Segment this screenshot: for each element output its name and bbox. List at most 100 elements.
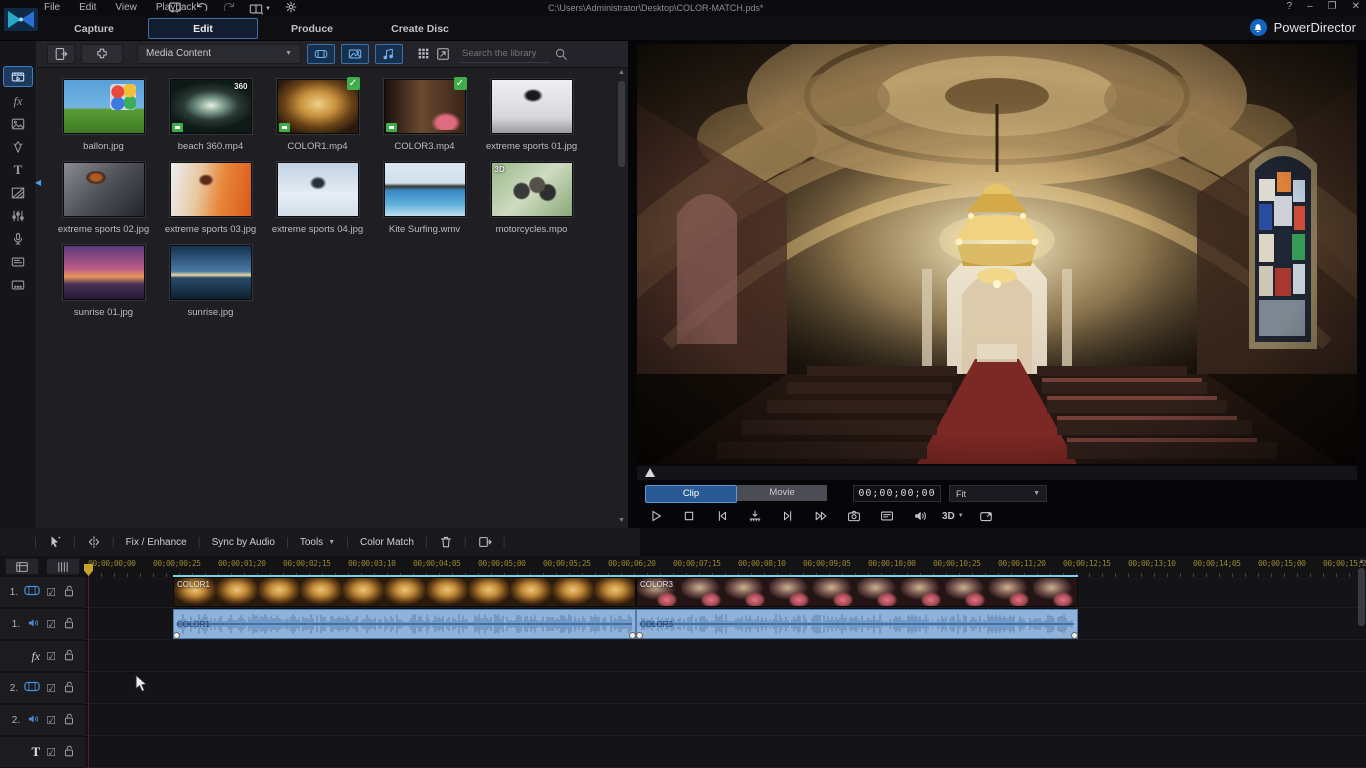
media-thumbnail[interactable] [63,245,145,300]
media-thumbnail[interactable]: ✓ [384,79,466,134]
track-lock-icon[interactable] [62,584,76,601]
undock-window-button[interactable] [976,507,997,525]
play-button[interactable] [645,507,666,525]
resize-thumbnail-button[interactable] [436,47,450,61]
particle-room-button[interactable] [4,137,32,156]
room-layout-button[interactable]: ▼ [249,2,271,16]
pip-objects-room-button[interactable] [4,114,32,133]
sync-by-audio-button[interactable]: Sync by Audio [212,537,275,548]
effect-room-button[interactable]: fx [4,91,32,110]
track-body[interactable] [85,641,1366,672]
library-item[interactable]: sunrise.jpg [158,245,263,318]
volume-button[interactable] [909,507,930,525]
audio-clip[interactable]: COLOR1 [173,609,636,639]
menu-view[interactable]: View [115,2,137,13]
clip-handle[interactable] [1071,632,1078,639]
clip-handle[interactable] [636,632,643,639]
library-item[interactable]: extreme sports 04.jpg [265,162,370,235]
media-thumbnail[interactable] [384,162,466,217]
track-body[interactable]: COLOR1 COLOR3 [85,609,1366,640]
screen-capture-button[interactable] [168,0,182,17]
trash-button[interactable] [439,535,453,549]
split-clip-button[interactable] [87,535,101,549]
preview-quality-button[interactable] [876,507,897,525]
export-to-room-button[interactable] [478,535,492,549]
track-manager-button[interactable] [5,558,39,575]
filter-photo-toggle[interactable] [341,44,369,64]
seek-position-button[interactable] [744,507,765,525]
scroll-up-icon[interactable]: ▲ [1357,558,1366,565]
track-body[interactable] [85,673,1366,704]
video-clip[interactable]: COLOR1 [173,577,636,607]
track-header[interactable]: 1.☑ [0,577,85,607]
track-enable-checkbox[interactable]: ☑ [46,618,56,631]
restore-button[interactable]: ❐ [1328,1,1337,12]
fast-forward-button[interactable] [810,507,831,525]
track-enable-checkbox[interactable]: ☑ [46,650,56,663]
clip-handle[interactable] [629,632,636,639]
timeline-scrollbar[interactable]: ▲ [1357,558,1366,748]
color-match-button[interactable]: Color Match [360,537,414,548]
track-body[interactable] [85,705,1366,736]
library-item[interactable]: extreme sports 03.jpg [158,162,263,235]
audio-mixing-room-button[interactable] [4,206,32,225]
next-frame-button[interactable] [777,507,798,525]
notification-bell-icon[interactable] [1250,19,1267,36]
minimize-button[interactable]: – [1307,1,1313,12]
redo-button[interactable] [222,0,236,17]
movie-mode-button[interactable]: Movie [737,485,827,501]
import-media-button[interactable] [47,44,75,64]
media-thumbnail[interactable]: 360 [170,79,252,134]
preview-seekbar[interactable] [637,466,1357,480]
track-header[interactable]: 2.☑ [0,705,85,735]
library-item[interactable]: ✓ COLOR3.mp4 [372,79,477,152]
track-header[interactable]: fx☑ [0,641,85,671]
stop-button[interactable] [678,507,699,525]
tab-create-disc[interactable]: Create Disc [366,17,474,40]
transition-room-button[interactable] [4,183,32,202]
library-item[interactable]: 3D motorcycles.mpo [479,162,584,235]
settings-button[interactable] [284,0,298,17]
scrollbar-thumb[interactable] [618,81,625,167]
track-header[interactable]: T☑ [0,737,85,767]
3d-mode-button[interactable]: 3D▼ [942,507,964,525]
library-item[interactable]: Kite Surfing.wmv [372,162,477,235]
media-thumbnail[interactable] [277,162,359,217]
close-button[interactable]: ✕ [1352,1,1360,12]
help-button[interactable]: ? [1287,1,1293,12]
clip-mode-button[interactable]: Clip [645,485,737,503]
filter-video-toggle[interactable] [307,44,335,64]
chapter-room-button[interactable] [4,252,32,271]
plugin-button[interactable] [81,44,123,64]
tab-produce[interactable]: Produce [258,17,366,40]
track-lock-icon[interactable] [62,616,76,633]
tab-edit[interactable]: Edit [148,18,258,39]
library-item[interactable]: sunrise 01.jpg [51,245,156,318]
library-scrollbar[interactable]: ▲ ▼ [617,69,626,524]
video-clip[interactable]: COLOR3 [636,577,1078,607]
track-enable-checkbox[interactable]: ☑ [46,586,56,599]
media-thumbnail[interactable] [170,162,252,217]
media-thumbnail[interactable] [63,79,145,134]
track-lock-icon[interactable] [62,744,76,761]
library-item[interactable]: extreme sports 02.jpg [51,162,156,235]
library-item[interactable]: extreme sports 01.jpg [479,79,584,152]
library-item[interactable]: 360 beach 360.mp4 [158,79,263,152]
subtitle-room-button[interactable] [4,275,32,294]
voiceover-room-button[interactable] [4,229,32,248]
media-thumbnail[interactable]: ✓ [277,79,359,134]
panel-collapse-icon[interactable]: ◀ [35,178,41,187]
track-lock-icon[interactable] [62,712,76,729]
library-item[interactable]: ballon.jpg [51,79,156,152]
title-room-button[interactable]: T [4,160,32,179]
scroll-down-icon[interactable]: ▼ [617,517,626,524]
media-thumbnail[interactable] [63,162,145,217]
undo-button[interactable] [195,0,209,17]
track-header[interactable]: 1.☑ [0,609,85,639]
track-enable-checkbox[interactable]: ☑ [46,714,56,727]
media-thumbnail[interactable]: 3D [491,162,573,217]
track-lock-icon[interactable] [62,648,76,665]
track-enable-checkbox[interactable]: ☑ [46,746,56,759]
scroll-up-icon[interactable]: ▲ [617,69,626,76]
grid-view-button[interactable] [417,47,430,60]
